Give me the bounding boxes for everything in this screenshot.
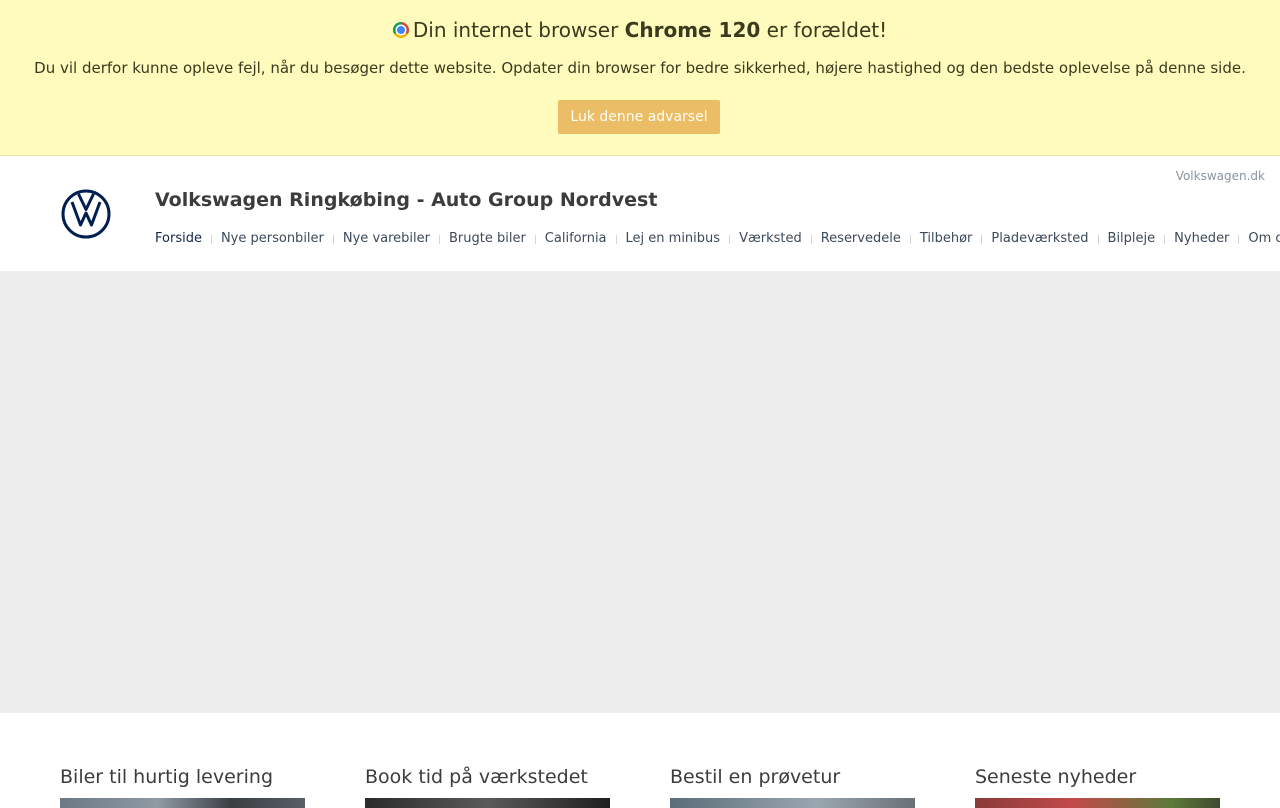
tile-title: Book tid på værkstedet bbox=[365, 766, 588, 788]
tile-seneste-nyheder[interactable]: Seneste nyheder bbox=[975, 764, 1220, 808]
nav-separator bbox=[332, 234, 334, 244]
tile-hurtig-levering[interactable]: Biler til hurtig levering bbox=[60, 764, 305, 808]
nav-separator bbox=[1097, 234, 1099, 244]
nav-separator bbox=[534, 234, 536, 244]
tile-book-vaerksted[interactable]: Book tid på værkstedet bbox=[365, 764, 610, 808]
main-nav: Forside Nye personbiler Nye varebiler Br… bbox=[155, 229, 1280, 249]
nav-item-lej-en-minibus[interactable]: Lej en minibus bbox=[626, 229, 721, 249]
hero-banner bbox=[0, 271, 1280, 713]
nav-item-pladevaerksted[interactable]: Pladeværksted bbox=[991, 229, 1088, 249]
feature-tiles: Biler til hurtig levering Book tid på væ… bbox=[0, 713, 1280, 808]
nav-item-nye-varebiler[interactable]: Nye varebiler bbox=[343, 229, 430, 249]
browser-warning-banner: Din internet browser Chrome 120 er foræl… bbox=[0, 0, 1280, 156]
chrome-icon bbox=[392, 22, 409, 38]
tile-title: Bestil en prøvetur bbox=[670, 766, 841, 788]
nav-separator bbox=[729, 234, 731, 244]
dealer-title: Volkswagen Ringkøbing - Auto Group Nordv… bbox=[155, 189, 658, 211]
warning-title: Din internet browser Chrome 120 er foræl… bbox=[0, 16, 1280, 44]
volkswagen-dk-link[interactable]: Volkswagen.dk bbox=[1176, 169, 1265, 183]
nav-separator bbox=[909, 234, 911, 244]
nav-item-nye-personbiler[interactable]: Nye personbiler bbox=[221, 229, 324, 249]
nav-separator bbox=[1238, 234, 1240, 244]
nav-item-vaerksted[interactable]: Værksted bbox=[739, 229, 802, 249]
nav-separator bbox=[210, 234, 212, 244]
nav-item-nyheder[interactable]: Nyheder bbox=[1174, 229, 1229, 249]
tile-title: Biler til hurtig levering bbox=[60, 766, 273, 788]
close-warning-button[interactable]: Luk denne advarsel bbox=[558, 100, 720, 134]
tile-title: Seneste nyheder bbox=[975, 766, 1137, 788]
nav-item-bilpleje[interactable]: Bilpleje bbox=[1108, 229, 1156, 249]
site-header: Volkswagen.dk Volkswagen Ringkøbing - Au… bbox=[0, 157, 1280, 271]
vw-logo-icon[interactable] bbox=[61, 189, 111, 239]
nav-item-om-os[interactable]: Om os bbox=[1248, 229, 1280, 249]
nav-item-reservedele[interactable]: Reservedele bbox=[821, 229, 901, 249]
nav-item-forside[interactable]: Forside bbox=[155, 229, 202, 249]
nav-separator bbox=[438, 234, 440, 244]
warning-title-suffix: er forældet! bbox=[766, 18, 888, 42]
nav-item-brugte-biler[interactable]: Brugte biler bbox=[449, 229, 526, 249]
warning-description: Du vil derfor kunne opleve fejl, når du … bbox=[34, 59, 1246, 77]
nav-separator bbox=[981, 234, 983, 244]
nav-separator bbox=[810, 234, 812, 244]
nav-item-california[interactable]: California bbox=[545, 229, 607, 249]
nav-separator bbox=[1164, 234, 1166, 244]
nav-item-tilbehor[interactable]: Tilbehør bbox=[920, 229, 973, 249]
nav-separator bbox=[615, 234, 617, 244]
warning-title-prefix: Din internet browser bbox=[412, 18, 619, 42]
warning-browser-name: Chrome 120 bbox=[624, 18, 761, 42]
tile-proevetur[interactable]: Bestil en prøvetur bbox=[670, 764, 915, 808]
